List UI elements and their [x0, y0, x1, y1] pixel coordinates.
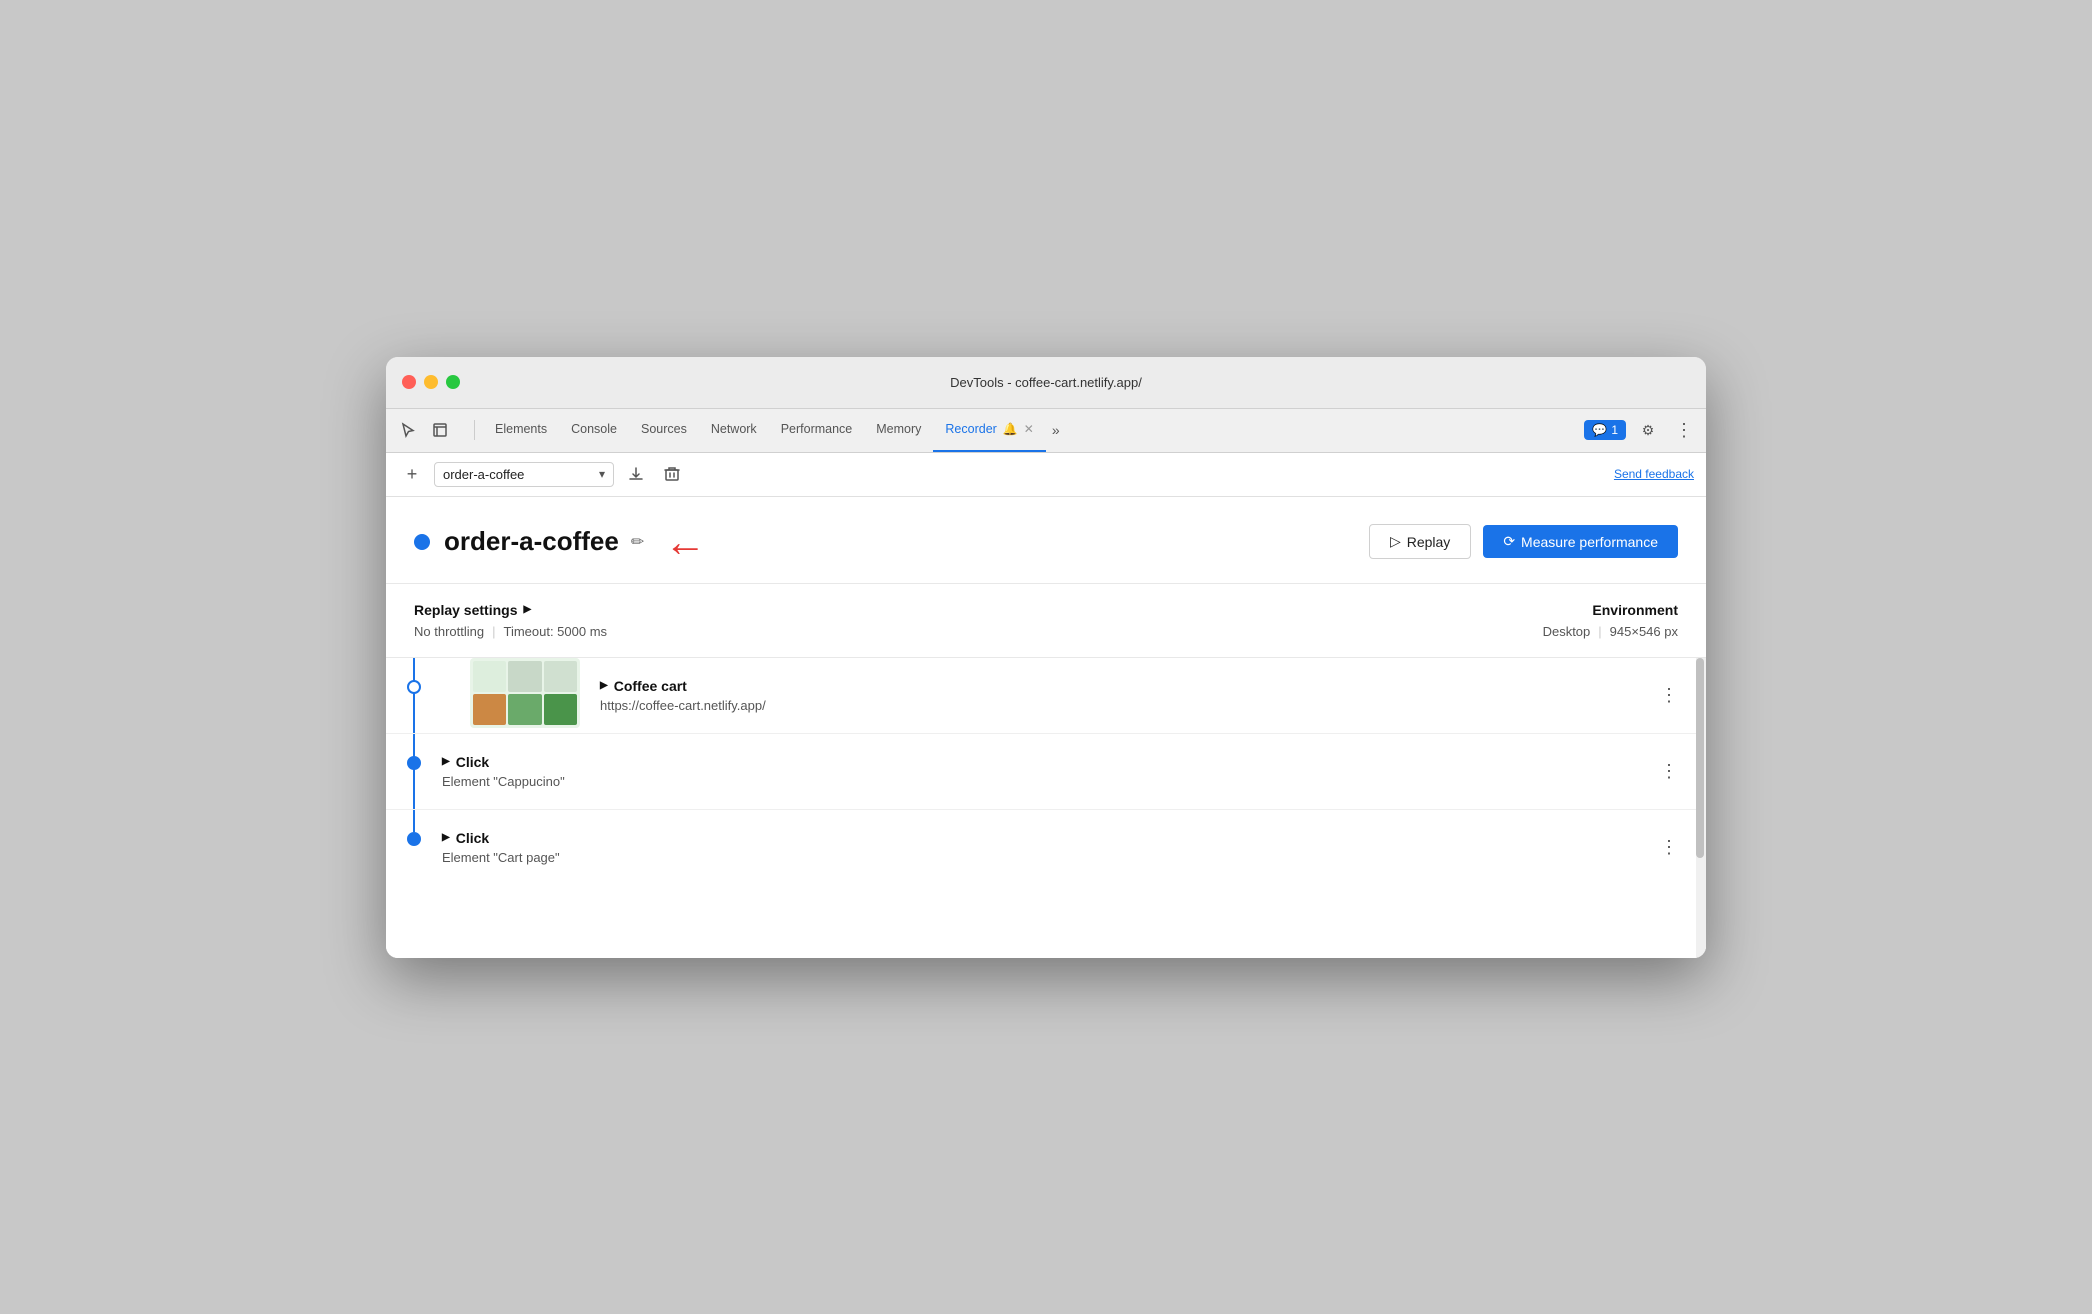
tab-separator	[474, 420, 475, 440]
step-click-cappucino: ▶ Click Element "Cappucino" ⋮	[386, 734, 1706, 810]
step-navigate-detail: https://coffee-cart.netlify.app/	[600, 698, 1652, 713]
play-icon: ▷	[1390, 533, 1401, 550]
thumb-cell-2	[508, 661, 541, 692]
tab-network[interactable]: Network	[699, 408, 769, 452]
maximize-button[interactable]	[446, 375, 460, 389]
tab-recorder[interactable]: Recorder 🔔 ✕	[933, 408, 1045, 452]
step-chevron-icon: ▶	[600, 680, 608, 691]
step-click2-title: ▶ Click	[442, 830, 1652, 846]
settings-details: No throttling | Timeout: 5000 ms	[414, 624, 607, 639]
edit-recording-icon[interactable]: ✏	[631, 532, 644, 552]
chat-icon: 💬	[1592, 423, 1607, 437]
inspect-icon[interactable]	[426, 416, 454, 444]
recording-select-text: order-a-coffee	[443, 467, 591, 482]
close-button[interactable]	[402, 375, 416, 389]
tab-sources[interactable]: Sources	[629, 408, 699, 452]
settings-left: Replay settings ▶ No throttling | Timeou…	[414, 602, 607, 639]
devtools-tab-bar: Elements Console Sources Network Perform…	[386, 409, 1706, 453]
step-dot-navigate	[407, 680, 421, 694]
more-options-icon[interactable]: ⋮	[1670, 416, 1698, 444]
step-navigate: ▶ Coffee cart https://coffee-cart.netlif…	[386, 658, 1706, 734]
step-navigate-title: ▶ Coffee cart	[600, 678, 1652, 694]
red-arrow-icon: ←	[664, 521, 706, 563]
window-title: DevTools - coffee-cart.netlify.app/	[950, 375, 1142, 390]
scrollbar-thumb[interactable]	[1696, 658, 1704, 858]
thumb-cell-1	[473, 661, 506, 692]
send-feedback-link[interactable]: Send feedback	[1614, 467, 1694, 481]
replay-settings-toggle[interactable]: Replay settings ▶	[414, 602, 607, 618]
step-click2-content: ▶ Click Element "Cart page"	[442, 810, 1652, 885]
step-navigate-content: ▶ Coffee cart https://coffee-cart.netlif…	[600, 658, 1652, 733]
delete-icon[interactable]	[658, 460, 686, 488]
step-thumbnail	[470, 658, 580, 728]
tab-right-actions: 💬 1 ⚙ ⋮	[1584, 416, 1698, 444]
recording-status-indicator	[414, 534, 430, 550]
chevron-down-icon: ▾	[599, 467, 605, 481]
step-chevron-icon-3: ▶	[442, 832, 450, 843]
step-click2-detail: Element "Cart page"	[442, 850, 1652, 865]
main-content: order-a-coffee ✏ ← ▷ Replay ⟳ Measure pe…	[386, 497, 1706, 958]
step-click1-detail: Element "Cappucino"	[442, 774, 1652, 789]
scrollbar[interactable]	[1696, 658, 1706, 958]
thumb-cell-3	[544, 661, 577, 692]
thumbnail-grid	[470, 658, 580, 728]
thumb-cell-6	[544, 694, 577, 725]
settings-icon[interactable]: ⚙	[1634, 416, 1662, 444]
measure-performance-button[interactable]: ⟳ Measure performance	[1483, 525, 1678, 558]
traffic-lights	[402, 375, 460, 389]
tab-memory[interactable]: Memory	[864, 408, 933, 452]
timeline-click2	[386, 810, 442, 885]
titlebar: DevTools - coffee-cart.netlify.app/	[386, 357, 1706, 409]
tab-console[interactable]: Console	[559, 408, 629, 452]
header-actions: ▷ Replay ⟳ Measure performance	[1369, 524, 1678, 559]
settings-bar: Replay settings ▶ No throttling | Timeou…	[386, 584, 1706, 658]
timeline-navigate	[386, 658, 442, 733]
step-click-cartpage: ▶ Click Element "Cart page" ⋮	[386, 810, 1706, 885]
step-dot-click2	[407, 832, 421, 846]
tab-icon-group	[394, 416, 454, 444]
recorder-toolbar: + order-a-coffee ▾ Send feedback	[386, 453, 1706, 497]
timeline-line-2	[413, 734, 415, 809]
download-icon[interactable]	[622, 460, 650, 488]
settings-chevron-icon: ▶	[523, 604, 531, 615]
recorder-bell-icon: 🔔	[1003, 422, 1018, 436]
thumb-cell-5	[508, 694, 541, 725]
tab-elements[interactable]: Elements	[483, 408, 559, 452]
step-click1-title: ▶ Click	[442, 754, 1652, 770]
steps-container: ▶ Coffee cart https://coffee-cart.netlif…	[386, 658, 1706, 958]
measure-icon: ⟳	[1503, 533, 1515, 550]
recording-title: order-a-coffee	[444, 526, 619, 557]
step-click1-content: ▶ Click Element "Cappucino"	[442, 734, 1652, 809]
environment-label: Environment	[1543, 602, 1678, 618]
timeline-line-3	[413, 810, 415, 832]
recording-header: order-a-coffee ✏ ← ▷ Replay ⟳ Measure pe…	[386, 497, 1706, 584]
chat-badge[interactable]: 💬 1	[1584, 420, 1626, 440]
step-chevron-icon-2: ▶	[442, 756, 450, 767]
recorder-close-icon[interactable]: ✕	[1024, 422, 1034, 436]
recording-dropdown[interactable]: order-a-coffee ▾	[434, 462, 614, 487]
devtools-window: DevTools - coffee-cart.netlify.app/ Elem…	[386, 357, 1706, 958]
timeline-line-1	[413, 658, 415, 733]
environment-details: Desktop | 945×546 px	[1543, 624, 1678, 639]
tab-performance[interactable]: Performance	[769, 408, 865, 452]
thumb-cell-4	[473, 694, 506, 725]
cursor-icon[interactable]	[394, 416, 422, 444]
replay-button[interactable]: ▷ Replay	[1369, 524, 1471, 559]
step-dot-click1	[407, 756, 421, 770]
timeline-click1	[386, 734, 442, 809]
add-recording-button[interactable]: +	[398, 460, 426, 488]
more-tabs-button[interactable]: »	[1046, 408, 1066, 452]
minimize-button[interactable]	[424, 375, 438, 389]
settings-right: Environment Desktop | 945×546 px	[1543, 602, 1678, 639]
